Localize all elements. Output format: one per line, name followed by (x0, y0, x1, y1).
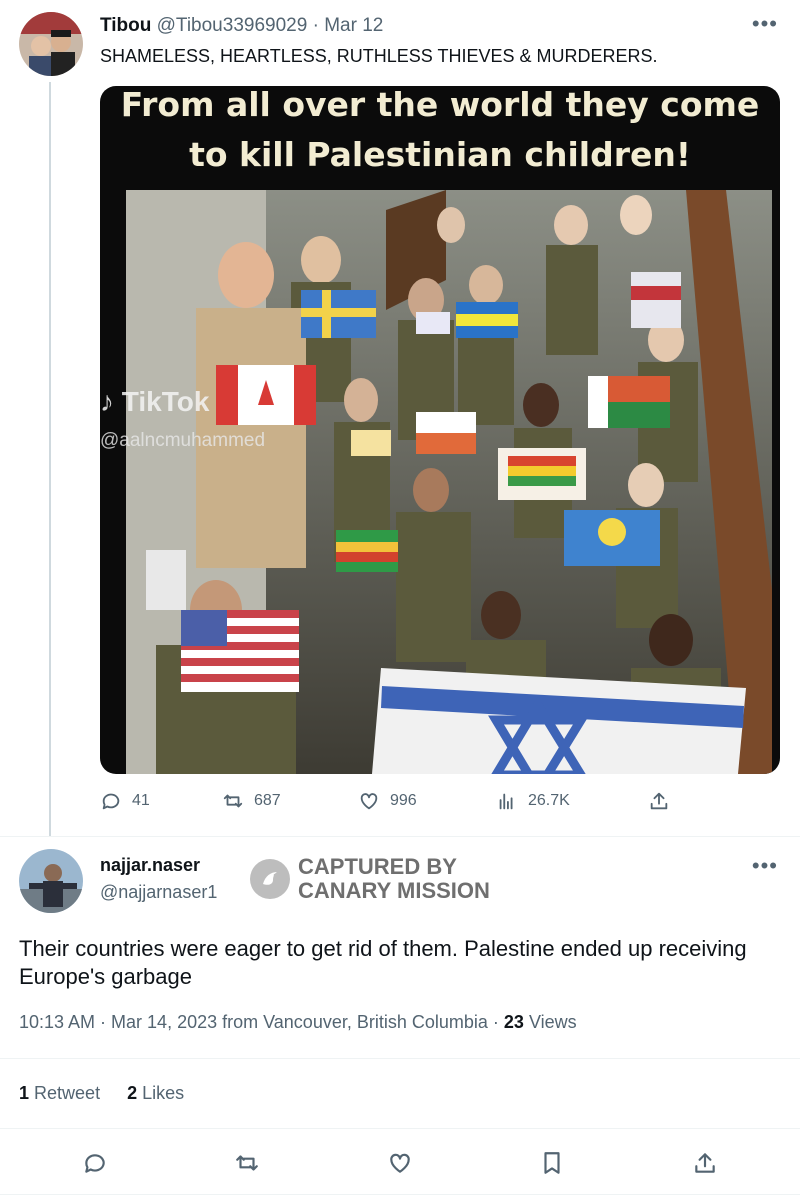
share-button[interactable] (690, 1148, 720, 1178)
tweet-text: Their countries were eager to get rid of… (19, 936, 747, 989)
divider (0, 1194, 800, 1195)
tweet-text: SHAMELESS, HEARTLESS, RUTHLESS THIEVES &… (100, 46, 658, 66)
likes-count: 2 (127, 1083, 138, 1103)
reply-count: 41 (132, 792, 150, 809)
divider (0, 1058, 800, 1059)
display-name[interactable]: najjar.naser (100, 855, 200, 876)
bookmark-icon (544, 1152, 560, 1174)
retweets-count: 1 (19, 1083, 30, 1103)
retweet-count: 687 (254, 792, 281, 809)
timestamp-text[interactable]: 10:13 AM · Mar 14, 2023 from Vancouver, … (19, 1012, 499, 1032)
watermark-handle: @aalncmuhammed (100, 430, 266, 451)
heart-icon (360, 793, 378, 810)
reply-action-bar (0, 1148, 800, 1178)
thread-connector-line (49, 82, 51, 837)
media-caption-line-1: From all over the world they come (120, 86, 760, 124)
likes-stat[interactable]: 2 Likes (127, 1083, 184, 1104)
share-icon (650, 792, 668, 810)
tweet-timestamp: 10:13 AM · Mar 14, 2023 from Vancouver, … (19, 1012, 577, 1033)
divider (0, 1128, 800, 1129)
canary-logo-icon (250, 859, 290, 899)
views-action[interactable]: 26.7K (496, 790, 570, 812)
stamp-line-2: CANARY MISSION (298, 878, 490, 903)
display-name[interactable]: Tibou (100, 15, 151, 36)
tweet-media[interactable]: From all over the world they come to kil… (100, 86, 780, 774)
tweet-action-bar: 41 687 996 26.7K (100, 790, 690, 818)
tiktok-logo-icon: ♪ (100, 386, 114, 417)
view-count: 26.7K (528, 792, 570, 809)
retweet-action[interactable]: 687 (222, 790, 281, 812)
share-icon (695, 1153, 715, 1173)
retweets-label: Retweet (34, 1083, 101, 1103)
tiktok-watermark: ♪ TikTok (100, 386, 209, 418)
comment-icon (85, 1154, 105, 1173)
canary-mission-stamp: CAPTURED BY CANARY MISSION (250, 855, 490, 903)
tweet-date[interactable]: Mar 12 (324, 15, 383, 36)
heart-icon (390, 1153, 410, 1173)
tweet-header: Tibou @Tibou33969029 · Mar 12 (100, 14, 383, 38)
more-horizontal-icon[interactable]: ••• (752, 855, 778, 877)
retweets-stat[interactable]: 1 Retweet (19, 1083, 100, 1104)
media-caption-line-2: to kill Palestinian children! (189, 135, 691, 174)
likes-label: Likes (142, 1083, 185, 1103)
like-button[interactable] (385, 1148, 415, 1178)
more-horizontal-icon[interactable]: ••• (752, 13, 778, 35)
views-label: Views (528, 1012, 577, 1032)
comment-icon (102, 793, 120, 810)
engagement-stats: 1 Retweet 2 Likes (19, 1083, 206, 1104)
retweet-button[interactable] (232, 1148, 262, 1178)
stamp-line-1: CAPTURED BY (298, 854, 457, 879)
reply-action[interactable]: 41 (100, 790, 150, 812)
bookmark-button[interactable] (537, 1148, 567, 1178)
user-handle[interactable]: @najjarnaser1 (100, 882, 217, 903)
divider (0, 836, 800, 837)
retweet-icon (223, 794, 243, 808)
user-handle[interactable]: @Tibou33969029 (157, 15, 308, 36)
watermark-label: TikTok (121, 386, 210, 417)
like-count: 996 (390, 792, 417, 809)
separator: · (312, 15, 319, 36)
avatar[interactable] (19, 849, 83, 913)
retweet-icon (236, 1155, 258, 1171)
share-action[interactable] (648, 790, 670, 812)
avatar[interactable] (19, 12, 83, 76)
reply-button[interactable] (80, 1148, 110, 1178)
analytics-icon (499, 793, 513, 810)
views-count: 23 (503, 1012, 524, 1032)
like-action[interactable]: 996 (358, 790, 417, 812)
group-photo (126, 190, 772, 774)
